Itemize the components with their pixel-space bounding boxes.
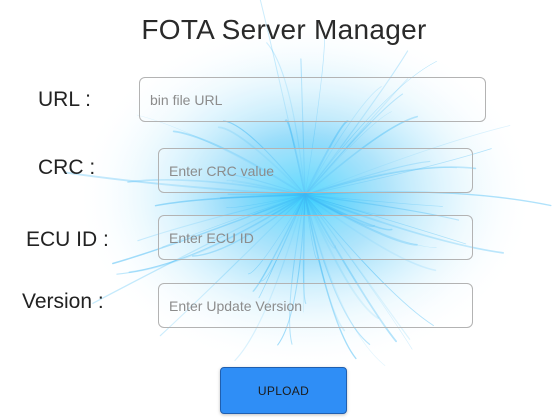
fota-server-manager-window: FOTA Server Manager URL : CRC : ECU ID :… [0,0,560,420]
url-input[interactable] [139,77,486,122]
energy-strand [304,194,443,207]
crc-input[interactable] [158,148,473,193]
energy-strand [227,193,306,196]
ecu-id-label: ECU ID : [26,228,109,251]
version-label: Version : [22,290,104,313]
upload-button[interactable]: UPLOAD [220,367,347,414]
energy-strand [154,194,306,207]
url-label: URL : [38,88,91,111]
energy-strand [219,194,306,199]
crc-label: CRC : [38,156,96,179]
energy-strand [226,194,306,208]
energy-strand [304,194,385,216]
energy-burst-background [63,0,552,370]
ecu-id-input[interactable] [158,215,473,260]
page-title: FOTA Server Manager [141,14,427,45]
energy-strand [304,191,552,207]
version-input[interactable] [158,283,473,328]
